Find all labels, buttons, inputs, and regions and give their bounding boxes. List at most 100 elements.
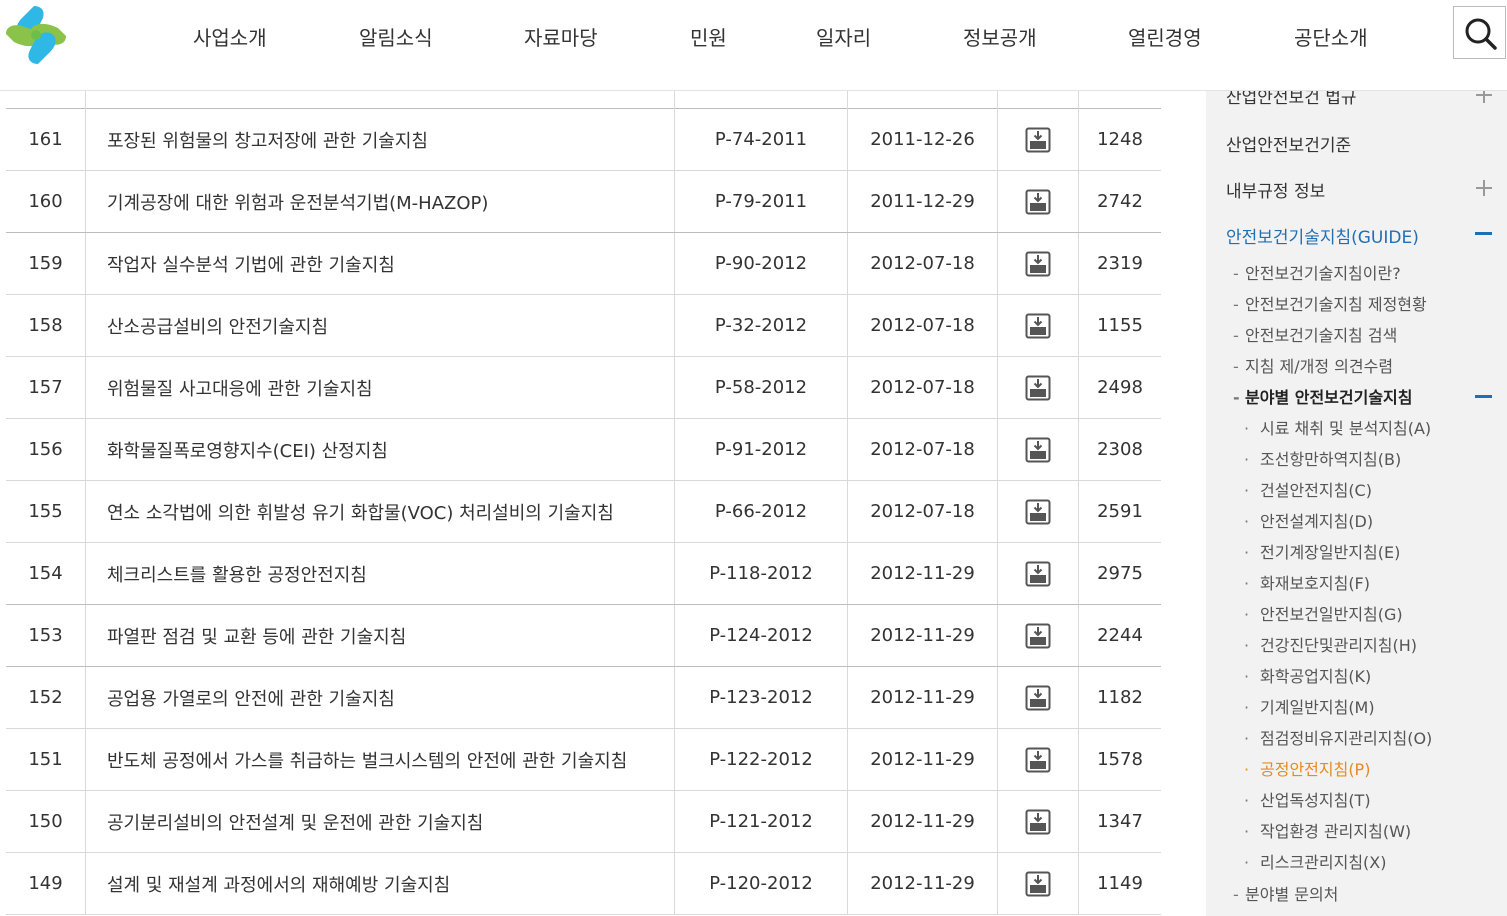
download-file-icon <box>1025 809 1051 834</box>
sidebar-subitem[interactable]: - 안전보건기술지침 검색 <box>1233 322 1397 346</box>
sidebar-item-law[interactable]: 산업안전보건 법규 <box>1226 91 1357 108</box>
row-title-link[interactable]: 포장된 위험물의 창고저장에 관한 기술지침 <box>86 109 675 170</box>
dash-bullet: - <box>1233 264 1239 283</box>
file-download-button[interactable] <box>998 605 1079 666</box>
row-title-link[interactable]: 산소공급설비의 안전기술지침 <box>86 295 675 356</box>
row-date: 2012-07-18 <box>848 357 998 418</box>
file-download-button[interactable] <box>998 233 1079 294</box>
sidebar-field-item[interactable]: · 리스크관리지침(X) <box>1244 849 1387 873</box>
table-row: 155 연소 소각법에 의한 휘발성 유기 화합물(VOC) 처리설비의 기술지침… <box>6 481 1161 543</box>
collapse-minus-icon[interactable] <box>1474 386 1494 406</box>
row-number: 151 <box>6 729 86 790</box>
file-download-button[interactable] <box>998 109 1079 170</box>
file-download-button[interactable] <box>998 667 1079 728</box>
dot-bullet: · <box>1244 419 1250 438</box>
collapse-minus-icon[interactable] <box>1474 223 1494 243</box>
download-file-icon <box>1025 685 1051 710</box>
dash-bullet: - <box>1233 326 1239 345</box>
sidebar-field-item[interactable]: · 전기계장일반지침(E) <box>1244 539 1400 563</box>
file-download-button[interactable] <box>998 419 1079 480</box>
nav-disclosure[interactable]: 정보공개 <box>963 22 1037 51</box>
row-title-link[interactable]: 연소 소각법에 의한 휘발성 유기 화합물(VOC) 처리설비의 기술지침 <box>86 481 675 542</box>
row-title-link[interactable]: 위험물질 사고대응에 관한 기술지침 <box>86 357 675 418</box>
sidebar-field-item[interactable]: · 산업독성지침(T) <box>1244 787 1371 811</box>
nav-jobs[interactable]: 일자리 <box>816 22 871 51</box>
table-row: 151 반도체 공정에서 가스를 취급하는 벌크시스템의 안전에 관한 기술지침 P… <box>6 729 1161 791</box>
nav-resources[interactable]: 자료마당 <box>524 22 598 51</box>
row-views: 1578 <box>1097 749 1143 770</box>
row-number: 155 <box>6 481 86 542</box>
row-title-link[interactable]: 화학물질폭로영향지수(CEI) 산정지침 <box>86 419 675 480</box>
sidebar-field-item[interactable]: · 안전보건일반지침(G) <box>1244 601 1403 625</box>
sidebar-field-item[interactable]: · 건설안전지침(C) <box>1244 477 1372 501</box>
nav-management[interactable]: 열린경영 <box>1128 22 1202 51</box>
row-title-link[interactable]: 작업자 실수분석 기법에 관한 기술지침 <box>86 233 675 294</box>
file-download-button[interactable] <box>998 295 1079 356</box>
file-download-button[interactable] <box>998 357 1079 418</box>
row-number: 157 <box>6 357 86 418</box>
row-date: 2012-07-18 <box>848 419 998 480</box>
sidebar-subitem[interactable]: - 지침 제/개정 의견수렴 <box>1233 353 1393 377</box>
row-title-link[interactable]: 반도체 공정에서 가스를 취급하는 벌크시스템의 안전에 관한 기술지침 <box>86 729 675 790</box>
file-download-button[interactable] <box>998 481 1079 542</box>
row-code: P-79-2011 <box>675 171 848 232</box>
sidebar-field-item[interactable]: · 화재보호지침(F) <box>1244 570 1370 594</box>
sidebar-field-item[interactable]: · 시료 채취 및 분석지침(A) <box>1244 415 1431 439</box>
sidebar-item-contact[interactable]: - 분야별 문의처 <box>1233 881 1338 905</box>
sidebar-field-item[interactable]: · 건강진단및관리지침(H) <box>1244 632 1417 656</box>
sidebar-field-item[interactable]: · 화학공업지침(K) <box>1244 663 1371 687</box>
sidebar-field-item[interactable]: · 점검정비유지관리지침(O) <box>1244 725 1432 749</box>
table-row: 159 작업자 실수분석 기법에 관한 기술지침 P-90-2012 2012-07-… <box>6 233 1161 295</box>
site-logo[interactable] <box>4 4 68 66</box>
sidebar-item-internal[interactable]: 내부규정 정보 <box>1226 177 1325 202</box>
row-title-link[interactable]: 설계 및 재설계 과정에서의 재해예방 기술지침 <box>86 853 675 914</box>
row-number: 154 <box>6 543 86 604</box>
dot-bullet: · <box>1244 574 1250 593</box>
nav-about[interactable]: 공단소개 <box>1294 22 1368 51</box>
row-views: 2742 <box>1097 191 1143 212</box>
nav-business[interactable]: 사업소개 <box>193 22 267 51</box>
file-download-button[interactable] <box>998 791 1079 852</box>
file-download-button[interactable] <box>998 729 1079 790</box>
sidebar-field-item[interactable]: · 공정안전지침(P) <box>1244 756 1370 780</box>
row-title-link[interactable]: 파열판 점검 및 교환 등에 관한 기술지침 <box>86 605 675 666</box>
sidebar-subitem[interactable]: - 안전보건기술지침이란? <box>1233 260 1401 284</box>
sidebar-item-standard[interactable]: 산업안전보건기준 <box>1226 131 1351 156</box>
row-number: 149 <box>6 853 86 914</box>
expand-plus-icon[interactable] <box>1474 178 1494 198</box>
row-number: 150 <box>6 791 86 852</box>
sidebar-field-item[interactable]: · 작업환경 관리지침(W) <box>1244 818 1411 842</box>
file-download-button[interactable] <box>998 171 1079 232</box>
table-row: 156 화학물질폭로영향지수(CEI) 산정지침 P-91-2012 2012-07-… <box>6 419 1161 481</box>
file-download-button[interactable] <box>998 853 1079 914</box>
expand-plus-icon[interactable] <box>1474 91 1494 105</box>
row-title-link[interactable]: 공업용 가열로의 안전에 관한 기술지침 <box>86 667 675 728</box>
sidebar: 산업안전보건 법규 산업안전보건기준 내부규정 정보 안전보건기술지침(GUID… <box>1206 91 1507 916</box>
file-download-button[interactable] <box>998 543 1079 604</box>
row-title-link[interactable]: 체크리스트를 활용한 공정안전지침 <box>86 543 675 604</box>
sidebar-item-guide[interactable]: 안전보건기술지침(GUIDE) <box>1226 223 1419 248</box>
download-file-icon <box>1025 375 1051 400</box>
sidebar-field-item[interactable]: · 안전설계지침(D) <box>1244 508 1373 532</box>
nav-civil-service[interactable]: 민원 <box>690 22 727 51</box>
row-code: P-74-2011 <box>675 109 848 170</box>
sidebar-subitem[interactable]: - 분야별 안전보건기술지침 <box>1233 384 1413 408</box>
search-button[interactable] <box>1453 6 1506 59</box>
row-code: P-58-2012 <box>675 357 848 418</box>
sidebar-field-item[interactable]: · 기계일반지침(M) <box>1244 694 1375 718</box>
row-date: 2012-11-29 <box>848 791 998 852</box>
table-row: 150 공기분리설비의 안전설계 및 운전에 관한 기술지침 P-121-2012 2… <box>6 791 1161 853</box>
download-file-icon <box>1025 871 1051 896</box>
dot-bullet: · <box>1244 760 1250 779</box>
dot-bullet: · <box>1244 512 1250 531</box>
row-title-link[interactable]: 공기분리설비의 안전설계 및 운전에 관한 기술지침 <box>86 791 675 852</box>
sidebar-subitem[interactable]: - 안전보건기술지침 제정현황 <box>1233 291 1427 315</box>
table-row: 152 공업용 가열로의 안전에 관한 기술지침 P-123-2012 2012-11… <box>6 667 1161 729</box>
dot-bullet: · <box>1244 481 1250 500</box>
row-title-link[interactable]: 기계공장에 대한 위험과 운전분석기법(M-HAZOP) <box>86 171 675 232</box>
row-date: 2012-11-29 <box>848 605 998 666</box>
dot-bullet: · <box>1244 605 1250 624</box>
nav-news[interactable]: 알림소식 <box>359 22 433 51</box>
sidebar-field-item[interactable]: · 조선항만하역지침(B) <box>1244 446 1401 470</box>
row-code: P-91-2012 <box>675 419 848 480</box>
